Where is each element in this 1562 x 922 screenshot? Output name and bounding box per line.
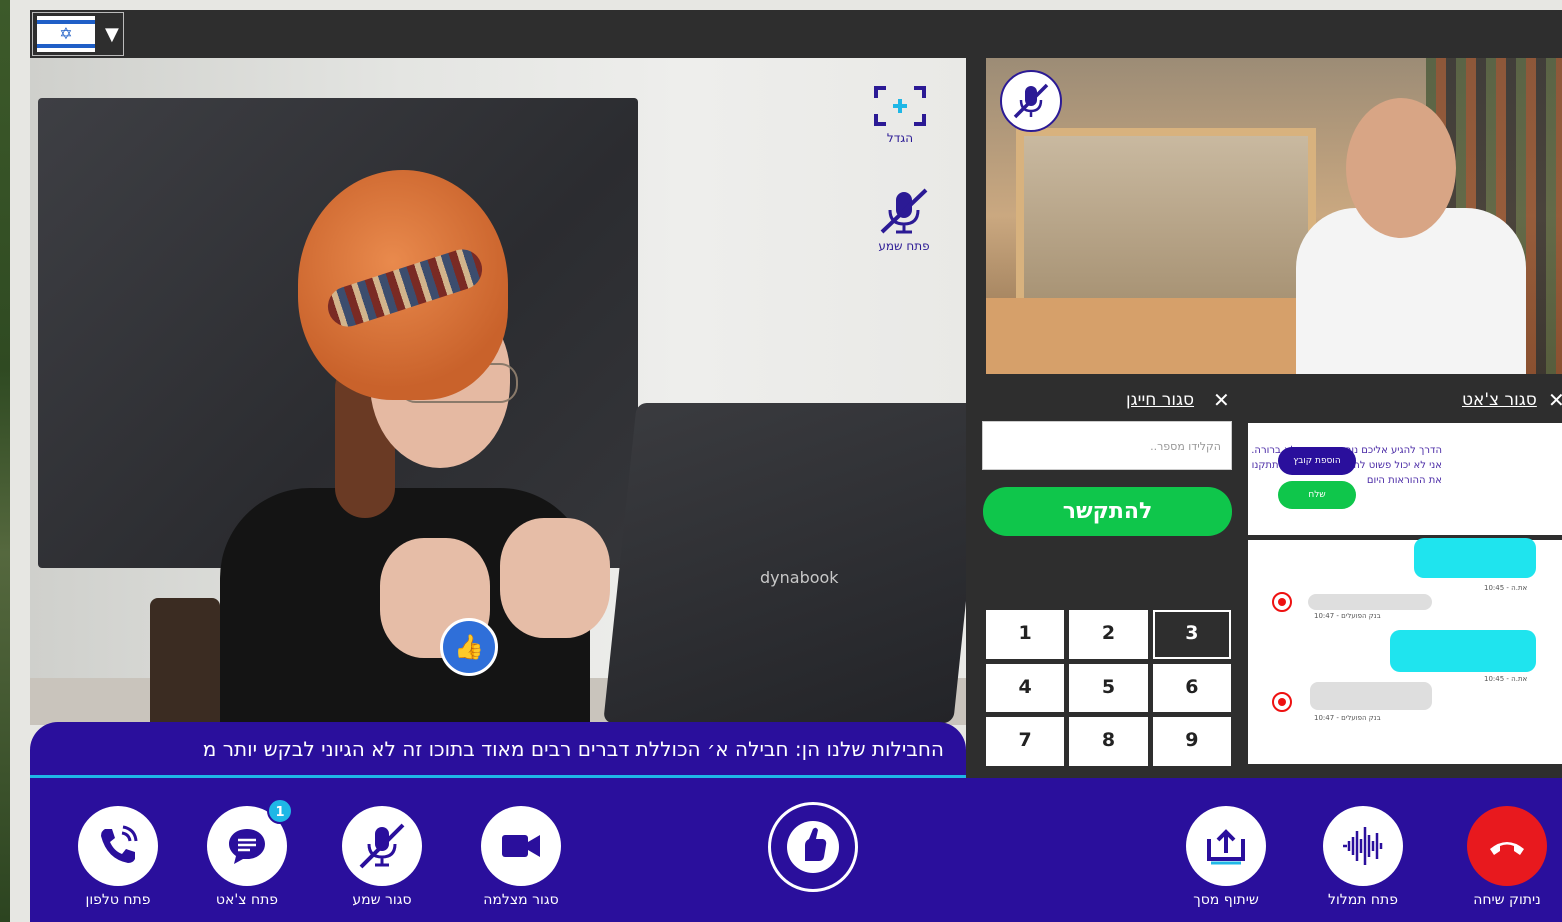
open-phone-button[interactable]: פתח טלפון bbox=[63, 806, 173, 908]
close-dialer-link[interactable]: סגור חייגן bbox=[1126, 390, 1194, 410]
screen-share-button[interactable]: שיתוף מסך bbox=[1171, 806, 1281, 908]
close-camera-button[interactable]: סגור מצלמה bbox=[466, 806, 576, 908]
remote-muted-badge bbox=[1000, 70, 1062, 132]
muted-mic-icon bbox=[359, 823, 405, 869]
add-file-button[interactable]: הוספת קובץ bbox=[1278, 447, 1356, 475]
chat-composer: הדרך להגיע אליכם נורא מסובכת ולא ברורה. … bbox=[1248, 423, 1562, 535]
muted-mic-icon bbox=[1013, 83, 1049, 119]
main-video-feed: dynabook 👍 bbox=[30, 58, 966, 725]
open-chat-button[interactable]: 1 פתח צ'אט bbox=[192, 798, 302, 908]
chat-message-sent bbox=[1390, 630, 1536, 672]
chat-message-sent bbox=[1414, 538, 1536, 578]
phone-number-input[interactable]: הקלידו מספר.. bbox=[982, 421, 1232, 470]
alert-icon bbox=[1272, 692, 1292, 712]
language-selector[interactable]: ✡ ▼ bbox=[32, 12, 124, 56]
chat-bubble-icon bbox=[229, 829, 265, 864]
audio-wave-icon bbox=[1343, 827, 1383, 865]
laptop bbox=[603, 403, 966, 723]
close-chat-link[interactable]: סגור צ'אט bbox=[1462, 390, 1537, 410]
open-transcript-button[interactable]: פתח תמלול bbox=[1308, 806, 1418, 908]
video-call-app: ✡ ▼ dynabook 👍 הגדל פתח שמע החבילות שלנו… bbox=[0, 0, 1562, 922]
message-meta: 10:47 - בנק הפועלים bbox=[1314, 714, 1381, 722]
key-2[interactable]: 2 bbox=[1069, 610, 1148, 659]
sign-hand-icon bbox=[787, 821, 839, 873]
chevron-down-icon: ▼ bbox=[105, 23, 119, 45]
unmute-button[interactable]: פתח שמע bbox=[864, 186, 944, 253]
unmute-label: פתח שמע bbox=[878, 239, 930, 253]
key-6[interactable]: 6 bbox=[1152, 663, 1231, 713]
close-audio-label: סגור שמע bbox=[352, 892, 412, 908]
chat-message-received bbox=[1308, 594, 1432, 610]
open-chat-label: פתח צ'אט bbox=[215, 892, 279, 908]
video-camera-icon bbox=[502, 835, 540, 857]
phone-icon bbox=[101, 825, 138, 863]
send-button[interactable]: שלח bbox=[1278, 481, 1356, 509]
message-meta: 10:47 - בנק הפועלים bbox=[1314, 612, 1381, 620]
enlarge-label: הגדל bbox=[886, 131, 914, 145]
key-3[interactable]: 3 bbox=[1152, 610, 1231, 659]
close-dialer-icon[interactable]: ✕ bbox=[1213, 388, 1230, 412]
enlarge-button[interactable]: הגדל bbox=[860, 84, 940, 145]
top-bar bbox=[30, 10, 1562, 58]
israel-flag-icon: ✡ bbox=[37, 16, 95, 52]
open-phone-label: פתח טלפון bbox=[85, 892, 151, 908]
message-meta: 10:45 - את.ה bbox=[1484, 675, 1528, 683]
screen-share-icon bbox=[1207, 829, 1245, 865]
laptop-brand: dynabook bbox=[760, 568, 839, 587]
close-audio-button[interactable]: סגור שמע bbox=[327, 806, 437, 908]
open-transcript-label: פתח תמלול bbox=[1328, 892, 1398, 908]
close-chat-icon[interactable]: ✕ bbox=[1548, 388, 1562, 412]
call-button[interactable]: להתקשר bbox=[983, 487, 1232, 536]
chat-messages: 10:45 - את.ה 10:47 - בנק הפועלים 10:45 -… bbox=[1248, 538, 1562, 764]
key-8[interactable]: 8 bbox=[1069, 717, 1148, 766]
close-camera-label: סגור מצלמה bbox=[483, 892, 559, 908]
screen-share-label: שיתוף מסך bbox=[1193, 892, 1259, 908]
key-4[interactable]: 4 bbox=[986, 663, 1065, 713]
key-1[interactable]: 1 bbox=[986, 610, 1065, 659]
end-call-button[interactable]: ניתוק שיחה bbox=[1452, 806, 1562, 908]
muted-mic-icon bbox=[880, 188, 928, 234]
dial-keypad: 1 2 3 4 5 6 7 8 9 bbox=[986, 610, 1231, 766]
alert-icon bbox=[1272, 592, 1292, 612]
key-9[interactable]: 9 bbox=[1152, 717, 1231, 766]
sign-language-button[interactable] bbox=[758, 802, 868, 892]
call-controls-bar: פתח טלפון 1 פתח צ'אט סגור שמע סגור מצלמה… bbox=[30, 778, 1562, 922]
expand-icon bbox=[874, 86, 926, 126]
chat-message-received bbox=[1310, 682, 1432, 710]
end-call-label: ניתוק שיחה bbox=[1473, 892, 1541, 908]
caption-bar: החבילות שלנו הן: חבילה א׳ הכוללת דברים ר… bbox=[30, 722, 966, 778]
key-7[interactable]: 7 bbox=[986, 717, 1065, 766]
desktop-background bbox=[0, 0, 10, 922]
remote-video-feed bbox=[986, 58, 1562, 374]
chat-unread-badge: 1 bbox=[267, 798, 293, 824]
key-5[interactable]: 5 bbox=[1069, 663, 1148, 713]
sign-on-badge: 👍 bbox=[440, 618, 498, 676]
hang-up-icon bbox=[1490, 842, 1524, 855]
message-meta: 10:45 - את.ה bbox=[1484, 584, 1528, 592]
